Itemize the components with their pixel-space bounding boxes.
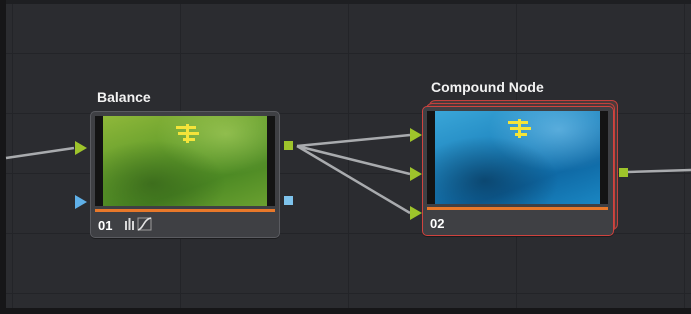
compound-input-port-2[interactable] (410, 167, 422, 181)
node-tool-icons (125, 217, 152, 231)
node-id-label: 01 (98, 218, 113, 233)
node-label-compound: Compound Node (431, 79, 544, 95)
rgb-input-port[interactable] (75, 141, 87, 155)
node-thumbnail (427, 111, 608, 204)
node-thumbnail (95, 116, 275, 206)
node-balance[interactable]: 01 (90, 111, 280, 238)
rgb-output-port[interactable] (284, 141, 293, 150)
node-editor[interactable]: Balance 01 Compound Node 02 (0, 0, 691, 314)
wire-source-to-balance[interactable] (5, 146, 75, 160)
node-status-bar (427, 207, 608, 210)
key-input-port[interactable] (75, 195, 87, 209)
compound-input-port-3[interactable] (410, 206, 422, 220)
wire-balance-to-compound-2[interactable] (296, 144, 411, 176)
compound-output-port[interactable] (619, 168, 628, 177)
node-status-bar (95, 209, 275, 212)
plane-icon (508, 119, 531, 138)
wire-balance-to-compound-3[interactable] (296, 144, 411, 215)
curves-icon (137, 217, 152, 231)
thumbnail-image-green (103, 116, 267, 206)
bars-icon (125, 218, 134, 230)
compound-input-port-1[interactable] (410, 128, 422, 142)
wire-balance-to-compound-1[interactable] (296, 133, 411, 148)
plane-icon (176, 124, 199, 143)
node-label-balance: Balance (97, 89, 151, 105)
node-id-label: 02 (430, 216, 445, 231)
key-output-port[interactable] (284, 196, 293, 205)
thumbnail-image-blue (435, 111, 600, 204)
wire-compound-to-output[interactable] (627, 168, 691, 174)
node-compound[interactable]: 02 (422, 106, 614, 236)
